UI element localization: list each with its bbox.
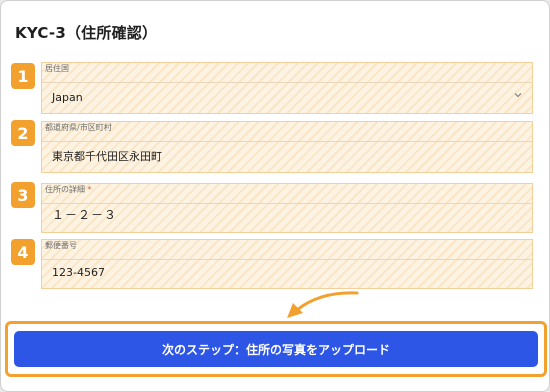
address-detail-label: 住所の詳細 * [45, 185, 92, 195]
prefecture-city-value: 東京都千代田区永田町 [52, 150, 162, 163]
postal-code-field[interactable]: 郵便番号 123-4567 [41, 239, 533, 289]
step-badge-1: 1 [11, 63, 35, 89]
country-value: Japan [52, 91, 83, 104]
page-title: KYC-3（住所確認） [15, 24, 158, 42]
address-detail-field[interactable]: 住所の詳細 * １－２－３ [41, 183, 533, 233]
curved-arrow-icon [287, 291, 359, 318]
country-label: 居住国 [45, 64, 69, 73]
step-badge-3: 3 [11, 182, 35, 208]
required-mark: * [87, 185, 92, 194]
postal-code-label: 郵便番号 [45, 241, 77, 250]
step-badge-2: 2 [11, 120, 35, 146]
address-detail-value: １－２－３ [52, 208, 118, 222]
divider [42, 203, 532, 204]
next-step-button[interactable]: 次のステップ：住所の写真をアップロード [14, 331, 538, 367]
country-select[interactable]: 居住国 Japan [41, 62, 533, 114]
postal-code-value: 123-4567 [52, 266, 105, 279]
divider [42, 259, 532, 260]
divider [42, 141, 532, 142]
address-detail-label-text: 住所の詳細 [45, 185, 85, 194]
kyc-panel: KYC-3（住所確認） 1 居住国 Japan 2 都道府県/市区町村 東京都千… [0, 0, 550, 392]
chevron-down-icon[interactable] [513, 90, 523, 100]
prefecture-city-field[interactable]: 都道府県/市区町村 東京都千代田区永田町 [41, 121, 533, 173]
divider [42, 82, 532, 83]
prefecture-city-label: 都道府県/市区町村 [45, 123, 112, 132]
step-badge-4: 4 [11, 239, 35, 265]
